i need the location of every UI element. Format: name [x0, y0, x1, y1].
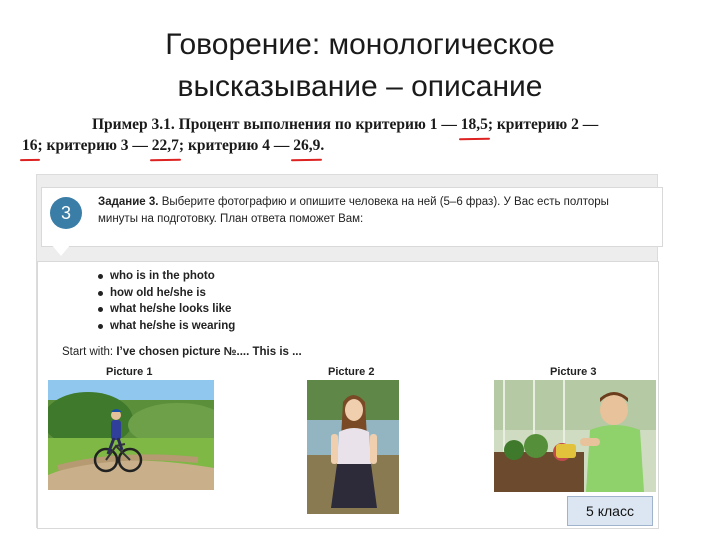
picture-2-photo[interactable]: [307, 380, 399, 514]
criterion-2-value: 16: [22, 137, 38, 154]
girl-image: [307, 380, 399, 514]
task-instructions: Задание 3. Выберите фотографию и опишите…: [98, 194, 658, 228]
speech-pointer: [51, 244, 71, 256]
cyclist-image: [48, 380, 214, 490]
example-line1-mid: ; критерию 2 —: [487, 116, 599, 133]
task-card: 3 Задание 3. Выберите фотографию и опиши…: [36, 174, 663, 529]
plan-item: what he/she is wearing: [96, 318, 235, 335]
picture-2-label: Picture 2: [328, 366, 375, 378]
task-label: Задание 3.: [98, 196, 159, 208]
example-line2-mid1: ; критерию 3 —: [37, 137, 152, 154]
title-line-1: Говорение: монологическое: [165, 28, 555, 61]
picture-1-photo[interactable]: [48, 380, 214, 490]
task-content: who is in the photo how old he/she is wh…: [37, 261, 659, 529]
criterion-4-value: 26,9: [293, 137, 321, 154]
slide-title: Говорение: монологическое высказывание –…: [0, 24, 720, 108]
answer-plan-list: who is in the photo how old he/she is wh…: [96, 268, 235, 334]
start-with-example: I’ve chosen picture №.... This is ...: [116, 346, 302, 358]
example-line-1: Пример 3.1. Процент выполнения по критер…: [22, 114, 692, 135]
picture-3-label: Picture 3: [550, 366, 597, 378]
title-line-2: высказывание – описание: [177, 70, 543, 103]
example-line2-mid2: ; критерию 4 —: [178, 137, 294, 154]
criterion-3-value: 22,7: [151, 137, 179, 154]
example-line2-end: .: [320, 137, 325, 154]
example-text: Пример 3.1. Процент выполнения по критер…: [22, 114, 692, 156]
task-text-line1: Выберите фотографию и опишите человека н…: [158, 196, 609, 208]
start-with-prefix: Start with:: [62, 346, 117, 358]
example-line-2: 16; критерию 3 — 22,7; критерию 4 — 26,9…: [22, 135, 692, 156]
grade-badge: 5 класс: [567, 496, 653, 526]
start-with-phrase: Start with: I’ve chosen picture №.... Th…: [62, 346, 302, 358]
picture-3-photo[interactable]: [494, 380, 656, 492]
example-line1-prefix: Пример 3.1. Процент выполнения по критер…: [92, 116, 461, 133]
task-number-badge: 3: [50, 197, 82, 229]
task-header: 3 Задание 3. Выберите фотографию и опиши…: [41, 187, 663, 247]
plan-item: what he/she looks like: [96, 301, 235, 318]
plan-item: who is in the photo: [96, 268, 235, 285]
plan-item: how old he/she is: [96, 285, 235, 302]
boy-gardening-image: [494, 380, 656, 492]
task-text-line2: минуты на подготовку. План ответа поможе…: [98, 213, 364, 225]
criterion-1-value: 18,5: [460, 116, 488, 133]
picture-1-label: Picture 1: [106, 366, 153, 378]
